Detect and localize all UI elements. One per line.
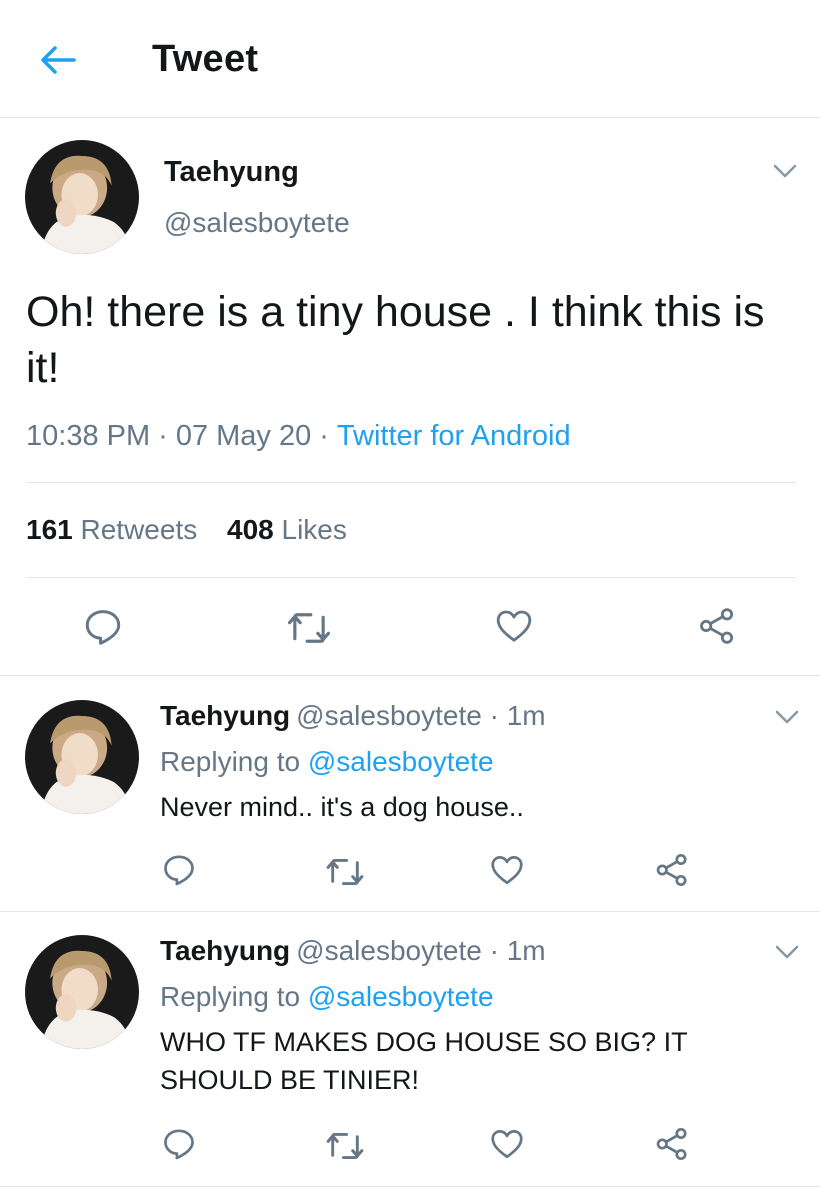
divider bbox=[0, 675, 820, 676]
likes-count: 408 bbox=[227, 514, 274, 545]
tweet-time: 10:38 PM bbox=[26, 420, 151, 452]
avatar-image bbox=[25, 700, 139, 814]
share-icon bbox=[656, 853, 687, 887]
like-button[interactable] bbox=[489, 852, 525, 888]
share-button[interactable] bbox=[696, 606, 738, 646]
separator-dot: · bbox=[489, 935, 499, 966]
retweet-icon bbox=[326, 859, 364, 885]
retweets-stat[interactable]: 161 Retweets bbox=[26, 514, 197, 545]
tweet-text: Oh! there is a tiny house . I think this… bbox=[26, 288, 765, 392]
top-bar: Tweet bbox=[0, 0, 820, 118]
reply-time: 1m bbox=[506, 700, 546, 731]
avatar-image bbox=[25, 935, 139, 1049]
divider bbox=[0, 911, 820, 912]
divider bbox=[26, 482, 796, 483]
retweets-count: 161 bbox=[26, 514, 73, 545]
reply-icon bbox=[164, 1129, 194, 1160]
chevron-down-icon bbox=[775, 945, 799, 959]
more-options-button[interactable] bbox=[772, 941, 802, 963]
retweet-icon bbox=[326, 1133, 364, 1160]
more-options-button[interactable] bbox=[772, 706, 802, 728]
reply-time: 1m bbox=[506, 935, 546, 966]
retweet-button[interactable] bbox=[286, 608, 332, 648]
avatar[interactable] bbox=[25, 700, 139, 814]
likes-stat[interactable]: 408 Likes bbox=[227, 514, 347, 545]
replying-to: Replying to @salesboytete bbox=[160, 981, 494, 1013]
display-name[interactable]: Taehyung bbox=[160, 935, 290, 966]
back-button[interactable] bbox=[34, 40, 82, 80]
reply-icon bbox=[164, 855, 194, 886]
tweet-stats: 161 Retweets 408 Likes bbox=[26, 514, 369, 546]
reply-text: WHO TF MAKES DOG HOUSE SO BIG? IT SHOULD… bbox=[160, 1027, 688, 1095]
share-button[interactable] bbox=[654, 852, 690, 888]
replying-to-link[interactable]: @salesboytete bbox=[308, 981, 494, 1012]
display-name[interactable]: Taehyung bbox=[164, 156, 299, 189]
tweet-date: 07 May 20 bbox=[175, 420, 312, 452]
reply-text: Never mind.. it's a dog house.. bbox=[160, 792, 524, 822]
display-name[interactable]: Taehyung bbox=[160, 700, 290, 731]
retweet-icon bbox=[287, 613, 331, 643]
user-handle[interactable]: @salesboytete bbox=[296, 700, 482, 731]
retweet-button[interactable] bbox=[325, 1129, 365, 1163]
heart-icon bbox=[496, 610, 532, 642]
page-title: Tweet bbox=[152, 38, 259, 80]
divider bbox=[26, 577, 796, 578]
like-button[interactable] bbox=[489, 1126, 525, 1162]
arrow-left-icon bbox=[41, 46, 76, 74]
reply-header: Taehyung @salesboytete · 1m bbox=[160, 935, 546, 967]
chevron-down-icon bbox=[773, 164, 797, 178]
replying-to: Replying to @salesboytete bbox=[160, 746, 494, 778]
avatar[interactable] bbox=[25, 140, 139, 254]
separator-dot: · bbox=[319, 420, 329, 452]
avatar[interactable] bbox=[25, 935, 139, 1049]
retweet-button[interactable] bbox=[325, 855, 365, 889]
like-button[interactable] bbox=[494, 606, 534, 646]
reply-icon bbox=[85, 610, 121, 645]
separator-dot: · bbox=[489, 700, 499, 731]
replying-to-label: Replying to bbox=[160, 981, 301, 1012]
tweet-meta: 10:38 PM · 07 May 20 · Twitter for Android bbox=[26, 420, 571, 453]
avatar-image bbox=[25, 140, 139, 254]
more-options-button[interactable] bbox=[770, 160, 800, 182]
share-button[interactable] bbox=[654, 1126, 690, 1162]
tweet-detail-screen: Tweet Taehyung @salesboytete Oh! there i… bbox=[0, 0, 820, 1200]
reply-button[interactable] bbox=[82, 606, 124, 648]
reply-button[interactable] bbox=[161, 852, 197, 888]
share-icon bbox=[656, 1127, 687, 1161]
likes-label: Likes bbox=[281, 514, 347, 545]
reply-button[interactable] bbox=[161, 1126, 197, 1162]
replying-to-link[interactable]: @salesboytete bbox=[308, 746, 494, 777]
separator-dot: · bbox=[158, 420, 168, 452]
reply-header: Taehyung @salesboytete · 1m bbox=[160, 700, 546, 732]
divider bbox=[0, 1186, 820, 1187]
heart-icon bbox=[491, 1130, 523, 1159]
chevron-down-icon bbox=[775, 710, 799, 724]
user-handle[interactable]: @salesboytete bbox=[296, 935, 482, 966]
replying-to-label: Replying to bbox=[160, 746, 301, 777]
heart-icon bbox=[491, 856, 523, 885]
user-handle[interactable]: @salesboytete bbox=[164, 207, 350, 239]
retweets-label: Retweets bbox=[80, 514, 198, 545]
tweet-source-link[interactable]: Twitter for Android bbox=[337, 420, 571, 452]
share-icon bbox=[700, 608, 734, 644]
